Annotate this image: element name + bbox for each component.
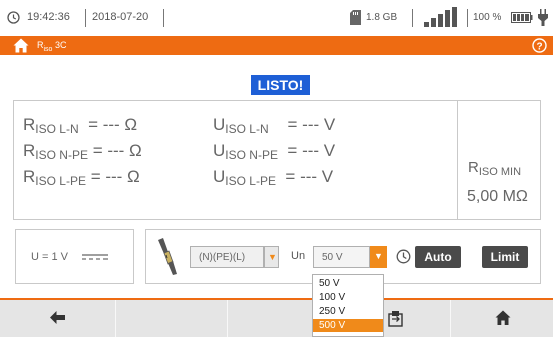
un-option-50v[interactable]: 50 V: [313, 277, 383, 290]
result-subscript: ISO L-N: [225, 122, 269, 136]
measurement-status-badge: LISTO!: [251, 75, 310, 95]
un-select[interactable]: 50 V: [313, 246, 370, 268]
result-uiso-npe: UISO N-PE = --- V: [213, 141, 335, 162]
lead-configuration-value: (N)(PE)(L): [199, 252, 246, 263]
dc-symbol-icon: [82, 254, 108, 260]
un-label: Un: [291, 250, 306, 262]
result-riso-ln: RISO L-N = --- Ω: [23, 115, 137, 136]
home-icon[interactable]: [13, 38, 29, 53]
lead-configuration-select[interactable]: (N)(PE)(L): [190, 246, 264, 268]
result-value: = --- Ω: [90, 167, 140, 186]
svg-text:?: ?: [536, 41, 542, 52]
battery-icon: [511, 12, 533, 23]
power-plug-icon: [538, 9, 548, 26]
result-value: = --- Ω: [88, 115, 138, 134]
auto-button[interactable]: Auto: [415, 246, 461, 268]
battery-percent: 100 %: [473, 12, 502, 23]
results-panel: RISO L-N = --- Ω RISO N-PE = --- Ω RISO …: [13, 100, 541, 220]
result-symbol: U: [213, 141, 226, 160]
result-symbol: U: [213, 115, 226, 134]
chevron-down-icon: ▼: [268, 252, 277, 262]
title-suffix: 3C: [52, 40, 67, 50]
result-symbol: R: [23, 141, 36, 160]
un-option-100v[interactable]: 100 V: [313, 291, 383, 304]
status-separator: [163, 9, 164, 27]
result-subscript: ISO L-N: [35, 122, 79, 136]
status-separator: [85, 9, 86, 27]
nav-home-button[interactable]: [452, 300, 553, 337]
un-select-value: 50 V: [322, 252, 343, 263]
title-bar: Riso 3C ?: [0, 36, 553, 55]
clock-icon: [7, 11, 20, 24]
sd-card-icon: [350, 10, 361, 25]
probe-adapter-icon: [158, 238, 177, 275]
back-arrow-icon: [50, 311, 65, 324]
result-uiso-ln: UISO L-N = --- V: [213, 115, 335, 136]
result-value: = --- V: [287, 115, 336, 134]
save-memory-icon: [388, 311, 403, 327]
result-subscript: ISO N-PE: [225, 148, 278, 162]
un-dropdown-arrow[interactable]: ▼: [370, 246, 387, 268]
result-subscript: ISO L-PE: [35, 174, 86, 188]
nav-empty-1[interactable]: [117, 300, 228, 337]
result-subscript: ISO L-PE: [225, 174, 276, 188]
un-options-list: 50 V 100 V 250 V 500 V: [312, 274, 384, 337]
storage-free: 1.8 GB: [366, 12, 398, 23]
bottom-navigation: [0, 298, 553, 337]
timer-icon[interactable]: [396, 249, 411, 264]
result-riso-npe: RISO N-PE = --- Ω: [23, 141, 142, 162]
limit-button[interactable]: Limit: [482, 246, 528, 268]
status-separator: [467, 9, 468, 27]
signal-strength-icon: [424, 7, 457, 27]
result-uiso-lpe: UISO L-PE = --- V: [213, 167, 333, 188]
status-date: 2018-07-20: [92, 11, 149, 23]
result-subscript: ISO N-PE: [35, 148, 88, 162]
measured-voltage-box: U = 1 V: [15, 229, 134, 284]
result-riso-lpe: RISO L-PE = --- Ω: [23, 167, 140, 188]
status-separator: [412, 9, 413, 27]
riso-min-symbol: R: [468, 159, 479, 176]
chevron-down-icon: ▼: [374, 251, 383, 261]
result-value: = --- V: [287, 141, 336, 160]
measured-voltage: U = 1 V: [31, 251, 68, 263]
home-icon: [495, 310, 511, 325]
result-symbol: U: [213, 167, 226, 186]
status-bar: 19:42:36 2018-07-20 1.8 GB 100 %: [0, 0, 553, 36]
help-icon[interactable]: ?: [532, 38, 547, 53]
riso-min-label: RISO MIN: [468, 159, 521, 178]
result-value: = --- V: [285, 167, 334, 186]
riso-min-value: 5,00 MΩ: [467, 188, 528, 205]
riso-min-panel: RISO MIN 5,00 MΩ: [457, 101, 541, 219]
lead-configuration-dropdown-arrow[interactable]: ▼: [264, 246, 279, 268]
result-symbol: R: [23, 115, 36, 134]
status-time: 19:42:36: [27, 11, 70, 23]
riso-min-subscript: ISO MIN: [478, 166, 522, 178]
un-option-500v[interactable]: 500 V: [313, 319, 383, 332]
result-symbol: R: [23, 167, 36, 186]
page-title: Riso 3C: [37, 40, 66, 53]
result-value: = --- Ω: [92, 141, 142, 160]
nav-back-button[interactable]: [0, 300, 116, 337]
un-option-250v[interactable]: 250 V: [313, 305, 383, 318]
